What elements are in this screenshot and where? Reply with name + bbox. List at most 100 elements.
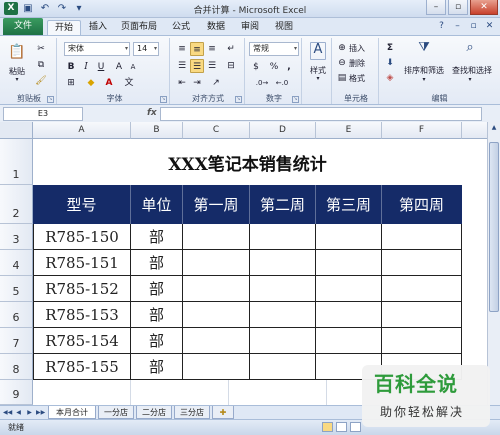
table-cell[interactable] <box>250 354 316 380</box>
header-cell-week3[interactable]: 第三周 <box>316 185 382 224</box>
row-header-6[interactable]: 6 <box>0 302 33 328</box>
fill-icon[interactable]: ⬇ <box>383 56 397 70</box>
insert-cells-icon[interactable]: ⊕ <box>335 41 349 55</box>
name-box[interactable]: E3 <box>3 107 83 121</box>
borders-icon[interactable]: ⊞ <box>64 76 78 90</box>
close-button[interactable]: ✕ <box>470 0 498 15</box>
row-header-5[interactable]: 5 <box>0 276 33 302</box>
table-cell[interactable] <box>382 250 462 276</box>
alignment-launcher-icon[interactable]: ↘ <box>235 96 242 103</box>
cut-icon[interactable]: ✂ <box>34 42 48 56</box>
table-cell[interactable]: 部 <box>131 302 183 328</box>
header-cell-model[interactable]: 型号 <box>33 185 131 224</box>
styles-icon[interactable]: A <box>310 42 326 60</box>
underline-button[interactable]: U <box>94 60 108 74</box>
row-header-4[interactable]: 4 <box>0 250 33 276</box>
sheet-title-cell[interactable]: XXX笔记本销售统计 <box>33 139 462 185</box>
clear-icon[interactable]: ◈ <box>383 71 397 85</box>
sheet-tab-total[interactable]: 本月合计 <box>48 406 96 419</box>
table-cell[interactable]: 部 <box>131 354 183 380</box>
header-cell-week4[interactable]: 第四周 <box>382 185 462 224</box>
header-cell-week2[interactable]: 第二周 <box>250 185 316 224</box>
table-cell[interactable] <box>250 302 316 328</box>
increase-indent-icon[interactable]: ⇥ <box>190 76 204 90</box>
header-cell-week1[interactable]: 第一周 <box>183 185 250 224</box>
align-center-icon[interactable]: ☰ <box>190 59 204 73</box>
format-painter-icon[interactable]: 🖌 <box>34 74 48 88</box>
styles-dropdown-icon[interactable]: ▾ <box>313 75 323 82</box>
column-header-e[interactable]: E <box>316 122 382 139</box>
table-cell[interactable] <box>316 250 382 276</box>
autosum-button[interactable]: Σ <box>383 41 397 55</box>
table-cell[interactable] <box>316 276 382 302</box>
table-cell[interactable]: R785-154 <box>33 328 131 354</box>
redo-icon[interactable]: ↷ <box>55 2 69 15</box>
table-cell[interactable] <box>183 224 250 250</box>
tab-home[interactable]: 开始 <box>47 20 81 35</box>
delete-cells-icon[interactable]: ⊖ <box>335 56 349 70</box>
table-cell[interactable] <box>183 302 250 328</box>
table-cell[interactable] <box>316 328 382 354</box>
insert-label[interactable]: 插入 <box>349 43 373 54</box>
font-color-icon[interactable]: A <box>102 76 116 90</box>
column-header-g[interactable] <box>462 122 487 139</box>
table-cell[interactable] <box>250 328 316 354</box>
align-right-icon[interactable]: ☰ <box>205 59 219 73</box>
table-cell[interactable] <box>382 276 462 302</box>
grow-font-icon[interactable]: A <box>112 60 126 74</box>
page-layout-view-icon[interactable] <box>336 422 347 432</box>
table-cell[interactable] <box>382 302 462 328</box>
format-cells-icon[interactable]: ▤ <box>335 71 349 85</box>
merge-center-icon[interactable]: ⊟ <box>224 59 238 73</box>
ribbon-close-icon[interactable]: ✕ <box>483 20 496 33</box>
italic-button[interactable]: I <box>79 60 93 74</box>
phonetic-icon[interactable]: 文 <box>122 76 136 90</box>
column-header-b[interactable]: B <box>131 122 183 139</box>
next-sheet-icon[interactable]: ▶ <box>25 408 34 418</box>
tab-formulas[interactable]: 公式 <box>167 20 195 35</box>
tab-insert[interactable]: 插入 <box>84 20 112 35</box>
table-cell[interactable]: 部 <box>131 250 183 276</box>
minimize-button[interactable]: – <box>426 0 446 15</box>
row-header-8[interactable]: 8 <box>0 354 33 380</box>
table-cell[interactable] <box>316 224 382 250</box>
row-header-1[interactable]: 1 <box>0 139 33 185</box>
table-cell[interactable] <box>316 302 382 328</box>
shrink-font-icon[interactable]: A <box>126 60 140 74</box>
font-size-select[interactable]: 14 ▾ <box>133 42 159 56</box>
font-name-select[interactable]: 宋体 ▾ <box>64 42 130 56</box>
row-header-3[interactable]: 3 <box>0 224 33 250</box>
table-cell[interactable] <box>250 250 316 276</box>
page-break-view-icon[interactable] <box>350 422 361 432</box>
scroll-up-icon[interactable]: ▲ <box>489 124 499 134</box>
table-cell[interactable] <box>183 354 250 380</box>
table-cell[interactable] <box>183 276 250 302</box>
row-header-2[interactable]: 2 <box>0 185 33 224</box>
align-bottom-icon[interactable]: ≡ <box>205 42 219 56</box>
table-cell[interactable]: R785-153 <box>33 302 131 328</box>
sheet-tab-branch-1[interactable]: 一分店 <box>98 406 134 419</box>
sheet-tab-branch-2[interactable]: 二分店 <box>136 406 172 419</box>
percent-button[interactable]: % <box>267 60 281 74</box>
column-header-f[interactable]: F <box>382 122 462 139</box>
save-icon[interactable]: ▣ <box>21 2 35 15</box>
insert-sheet-icon[interactable]: ✚ <box>212 406 234 419</box>
table-cell[interactable] <box>382 328 462 354</box>
number-format-select[interactable]: 常规 ▾ <box>249 42 299 56</box>
delete-label[interactable]: 删除 <box>349 58 373 69</box>
orientation-icon[interactable]: ↗ <box>209 76 223 90</box>
table-cell[interactable] <box>183 328 250 354</box>
vertical-scroll-thumb[interactable] <box>489 142 499 312</box>
column-header-c[interactable]: C <box>183 122 250 139</box>
table-cell[interactable]: R785-152 <box>33 276 131 302</box>
font-launcher-icon[interactable]: ↘ <box>160 96 167 103</box>
align-middle-icon[interactable]: ≡ <box>190 42 204 56</box>
sort-dropdown-icon[interactable]: ▾ <box>419 76 429 83</box>
paste-dropdown-icon[interactable]: ▾ <box>12 76 22 83</box>
table-cell[interactable]: 部 <box>131 276 183 302</box>
tab-data[interactable]: 数据 <box>202 20 230 35</box>
table-cell[interactable]: 部 <box>131 224 183 250</box>
table-cell[interactable] <box>250 276 316 302</box>
table-cell[interactable]: 部 <box>131 328 183 354</box>
number-launcher-icon[interactable]: ↘ <box>292 96 299 103</box>
